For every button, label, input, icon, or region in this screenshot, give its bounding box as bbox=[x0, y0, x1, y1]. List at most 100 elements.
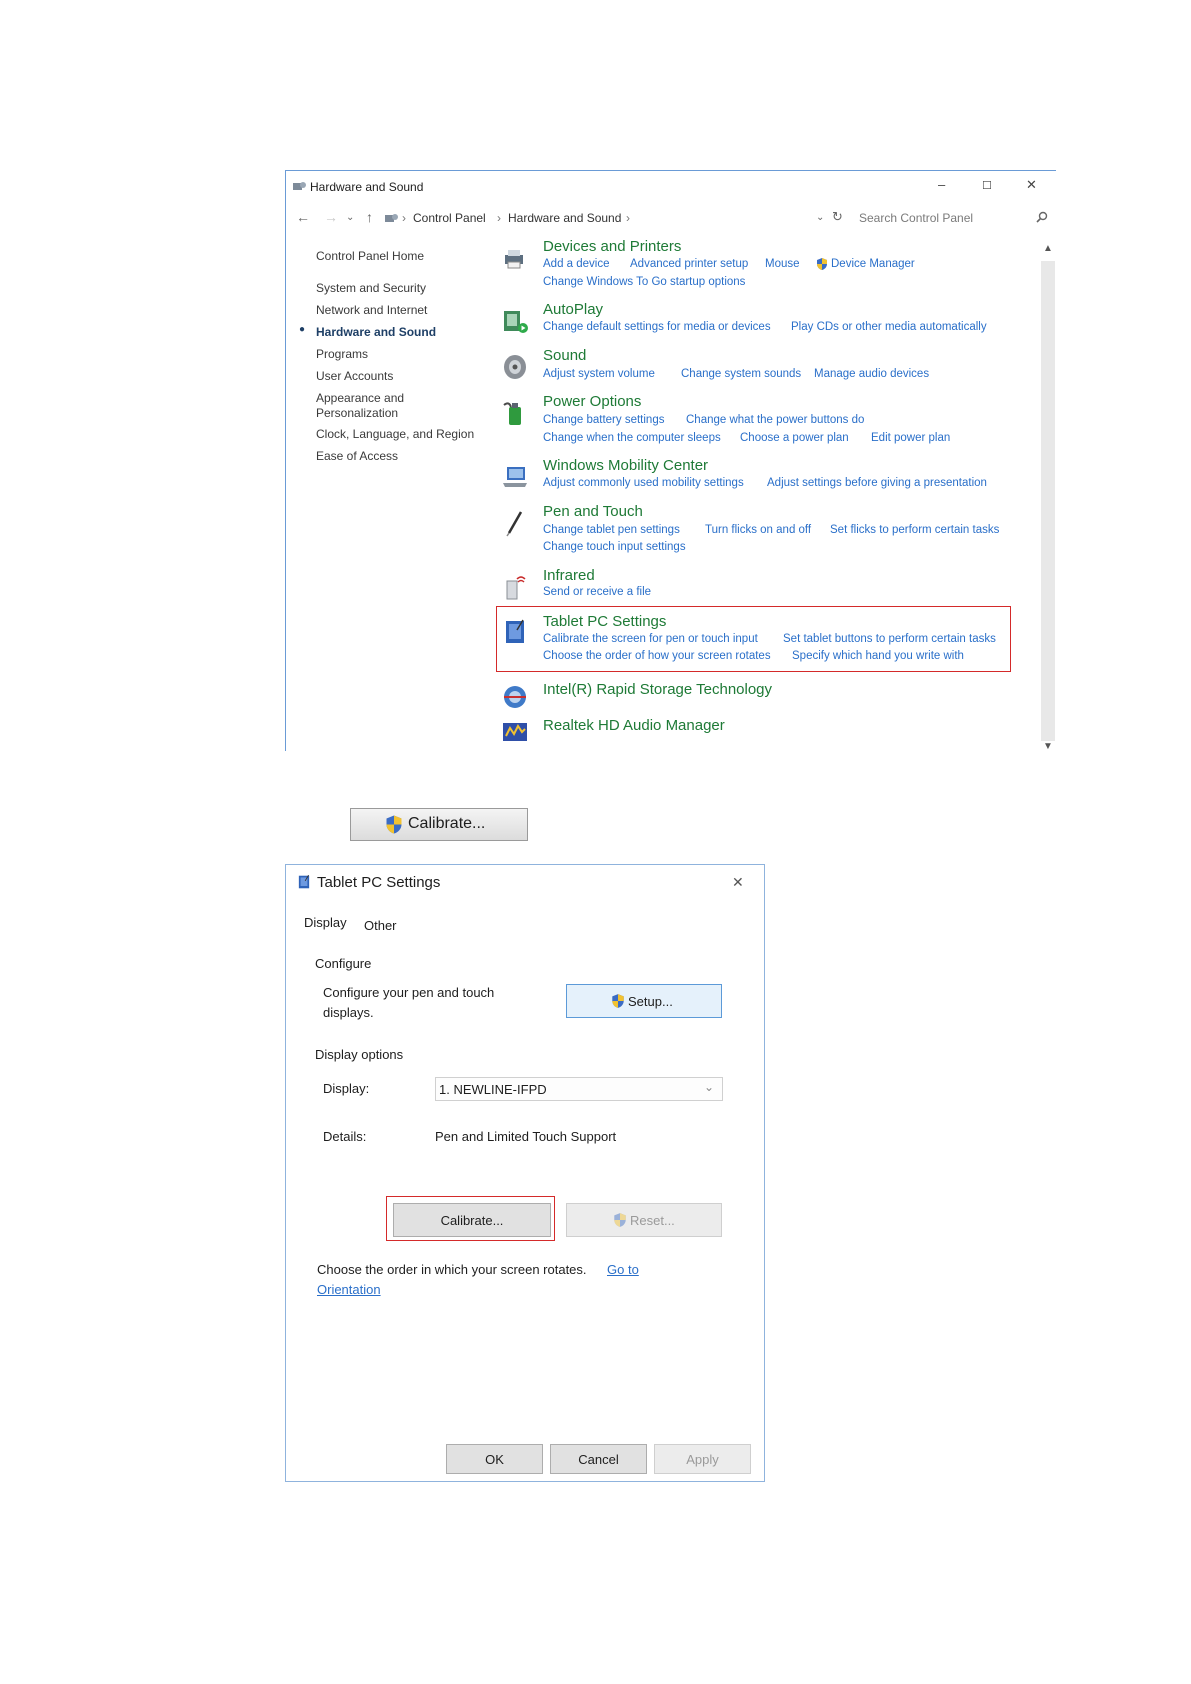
maximize-button[interactable]: ☐ bbox=[982, 179, 992, 192]
sidebar-item-clock-language-region[interactable]: Clock, Language, and Region bbox=[316, 427, 474, 441]
category-title-realtek-audio[interactable]: Realtek HD Audio Manager bbox=[543, 717, 725, 734]
category-title-power-options[interactable]: Power Options bbox=[543, 393, 641, 410]
breadcrumb-separator-icon[interactable]: › bbox=[402, 211, 406, 225]
up-arrow-icon[interactable]: ↑ bbox=[366, 209, 373, 225]
category-title-autoplay[interactable]: AutoPlay bbox=[543, 301, 603, 318]
link-mobility-settings[interactable]: Adjust commonly used mobility settings bbox=[543, 477, 744, 489]
link-mouse[interactable]: Mouse bbox=[765, 258, 800, 270]
audio-manager-icon bbox=[503, 723, 527, 741]
scroll-up-icon[interactable]: ▲ bbox=[1043, 243, 1053, 254]
active-bullet-icon: ● bbox=[299, 324, 306, 335]
display-select[interactable]: 1. NEWLINE-IFPD ⌄ bbox=[435, 1077, 723, 1101]
link-touch-input-settings[interactable]: Change touch input settings bbox=[543, 541, 686, 553]
cancel-button[interactable]: Cancel bbox=[550, 1444, 647, 1474]
configure-text-line2: displays. bbox=[323, 1005, 374, 1020]
pen-icon bbox=[506, 511, 523, 537]
category-title-intel-rst[interactable]: Intel(R) Rapid Storage Technology bbox=[543, 681, 772, 698]
reset-button-label: Reset... bbox=[630, 1213, 675, 1228]
laptop-icon bbox=[503, 467, 527, 487]
hardware-sound-icon bbox=[293, 182, 306, 190]
sidebar-item-user-accounts[interactable]: User Accounts bbox=[316, 369, 393, 383]
link-adjust-volume[interactable]: Adjust system volume bbox=[543, 368, 655, 380]
sidebar-item-ease-of-access[interactable]: Ease of Access bbox=[316, 449, 398, 463]
search-icon[interactable] bbox=[1036, 211, 1048, 223]
link-add-device[interactable]: Add a device bbox=[543, 258, 610, 270]
link-set-flicks[interactable]: Set flicks to perform certain tasks bbox=[830, 524, 999, 536]
ok-button[interactable]: OK bbox=[446, 1444, 543, 1474]
shield-icon bbox=[614, 1213, 626, 1227]
category-title-pen-touch[interactable]: Pen and Touch bbox=[543, 503, 643, 520]
configure-text-line1: Configure your pen and touch bbox=[323, 985, 495, 1000]
link-choose-power-plan[interactable]: Choose a power plan bbox=[740, 432, 849, 444]
link-device-manager[interactable]: Device Manager bbox=[831, 258, 915, 270]
address-dropdown-icon[interactable]: ⌄ bbox=[816, 212, 824, 223]
link-change-default-media[interactable]: Change default settings for media or dev… bbox=[543, 321, 771, 333]
printer-icon bbox=[505, 250, 523, 269]
category-title-mobility-center[interactable]: Windows Mobility Center bbox=[543, 457, 708, 474]
dialog-close-button[interactable]: ✕ bbox=[732, 874, 744, 891]
sidebar-item-control-panel-home[interactable]: Control Panel Home bbox=[316, 249, 424, 263]
link-presentation-settings[interactable]: Adjust settings before giving a presenta… bbox=[767, 477, 987, 489]
recent-dropdown-icon[interactable]: ⌄ bbox=[346, 212, 354, 223]
refresh-icon[interactable]: ↻ bbox=[832, 209, 843, 225]
details-label: Details: bbox=[323, 1129, 367, 1144]
category-title-sound[interactable]: Sound bbox=[543, 347, 586, 364]
scroll-down-icon[interactable]: ▼ bbox=[1043, 741, 1053, 752]
link-manage-audio-devices[interactable]: Manage audio devices bbox=[814, 368, 929, 380]
apply-button-label: Apply bbox=[686, 1452, 719, 1467]
tab-other[interactable]: Other bbox=[364, 918, 397, 933]
setup-button[interactable]: Setup... bbox=[566, 984, 722, 1018]
sidebar-item-personalization[interactable]: Personalization bbox=[316, 406, 398, 420]
sidebar-item-appearance[interactable]: Appearance and bbox=[316, 391, 404, 405]
link-tablet-pen-settings[interactable]: Change tablet pen settings bbox=[543, 524, 680, 536]
display-select-value: 1. NEWLINE-IFPD bbox=[439, 1082, 547, 1097]
hardware-sound-small-icon bbox=[385, 214, 398, 222]
display-options-heading: Display options bbox=[315, 1047, 404, 1062]
control-panel-window: Hardware and Sound – ☐ ✕ ← → ⌄ ↑ › Contr… bbox=[285, 170, 1056, 752]
reset-button[interactable]: Reset... bbox=[566, 1203, 722, 1237]
link-computer-sleeps[interactable]: Change when the computer sleeps bbox=[543, 432, 721, 444]
link-windows-to-go[interactable]: Change Windows To Go startup options bbox=[543, 276, 745, 288]
setup-button-label: Setup... bbox=[628, 994, 673, 1009]
display-label: Display: bbox=[323, 1081, 370, 1096]
search-input[interactable]: Search Control Panel bbox=[859, 211, 973, 225]
tab-display[interactable]: Display bbox=[304, 915, 347, 930]
link-edit-power-plan[interactable]: Edit power plan bbox=[871, 432, 950, 444]
calibrate-button-large[interactable]: Calibrate... bbox=[350, 808, 528, 841]
address-bar: ← → ⌄ ↑ › Control Panel › Hardware and S… bbox=[286, 201, 1056, 233]
autoplay-icon bbox=[504, 311, 528, 333]
close-button[interactable]: ✕ bbox=[1026, 177, 1037, 193]
scrollbar[interactable] bbox=[1041, 261, 1055, 741]
link-turn-flicks[interactable]: Turn flicks on and off bbox=[705, 524, 811, 536]
shield-icon bbox=[612, 994, 624, 1008]
link-change-system-sounds[interactable]: Change system sounds bbox=[681, 368, 801, 380]
breadcrumb-separator-icon[interactable]: › bbox=[497, 211, 501, 225]
breadcrumb-control-panel[interactable]: Control Panel bbox=[413, 211, 486, 225]
sidebar-item-programs[interactable]: Programs bbox=[316, 347, 368, 361]
sidebar-item-hardware-sound[interactable]: Hardware and Sound bbox=[316, 325, 436, 339]
link-play-cds[interactable]: Play CDs or other media automatically bbox=[791, 321, 987, 333]
orientation-link[interactable]: Orientation bbox=[317, 1282, 381, 1297]
link-power-buttons[interactable]: Change what the power buttons do bbox=[686, 414, 864, 426]
apply-button[interactable]: Apply bbox=[654, 1444, 751, 1474]
link-change-battery-settings[interactable]: Change battery settings bbox=[543, 414, 664, 426]
configure-heading: Configure bbox=[315, 956, 372, 971]
link-send-receive-file[interactable]: Send or receive a file bbox=[543, 586, 651, 598]
link-advanced-printer-setup[interactable]: Advanced printer setup bbox=[630, 258, 748, 270]
forward-arrow-icon[interactable]: → bbox=[324, 209, 338, 225]
title-bar: Hardware and Sound – ☐ ✕ bbox=[286, 171, 1056, 201]
breadcrumb-separator-icon[interactable]: › bbox=[626, 211, 630, 225]
category-title-infrared[interactable]: Infrared bbox=[543, 567, 595, 584]
orientation-link-go-to[interactable]: Go to bbox=[607, 1262, 639, 1277]
sidebar-item-system-security[interactable]: System and Security bbox=[316, 281, 426, 295]
minimize-button[interactable]: – bbox=[938, 177, 945, 192]
window-title: Hardware and Sound bbox=[310, 180, 424, 194]
category-title-devices-printers[interactable]: Devices and Printers bbox=[543, 238, 681, 255]
back-arrow-icon[interactable]: ← bbox=[296, 209, 310, 225]
sidebar-item-network-internet[interactable]: Network and Internet bbox=[316, 303, 427, 317]
highlight-box-tablet-settings bbox=[496, 606, 1011, 672]
power-icon bbox=[503, 402, 521, 425]
breadcrumb-hardware-sound[interactable]: Hardware and Sound bbox=[508, 211, 621, 225]
cancel-button-label: Cancel bbox=[578, 1452, 619, 1467]
infrared-icon bbox=[506, 576, 526, 600]
